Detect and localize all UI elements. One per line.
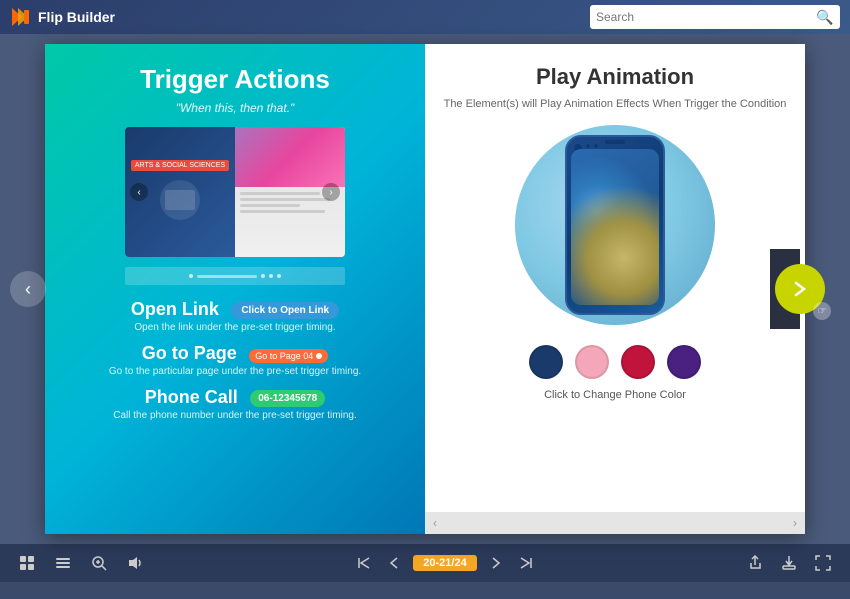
- left-page: Trigger Actions "When this, then that." …: [45, 44, 425, 534]
- prev-page-icon: [387, 556, 401, 570]
- phone-screen: [571, 149, 659, 305]
- toolbar-bar: [197, 275, 257, 278]
- toolbar-dot-2: [261, 274, 265, 278]
- go-to-page-title: Go to Page: [142, 343, 237, 364]
- toolbar-dot: [189, 274, 193, 278]
- open-link-title: Open Link: [131, 299, 219, 320]
- logo-icon: [10, 6, 32, 28]
- list-view-button[interactable]: [51, 551, 75, 575]
- page-number-display: 20-21/24: [413, 555, 476, 571]
- toolbar-right: [743, 551, 835, 575]
- color-swatches: [529, 345, 701, 379]
- nav-prev-button[interactable]: ‹: [10, 271, 46, 307]
- book-tag: ARTS & SOCIAL SCIENCES: [131, 160, 229, 171]
- book-bottom-nav: ‹ ›: [425, 512, 805, 534]
- right-page: Play Animation The Element(s) will Play …: [425, 44, 805, 534]
- next-page-button[interactable]: [485, 552, 507, 574]
- right-page-title: Play Animation: [536, 64, 694, 90]
- logo-area: Flip Builder: [10, 6, 115, 28]
- nav-right-area: ☞: [770, 249, 850, 329]
- open-link-desc: Open the link under the pre-set trigger …: [60, 322, 410, 333]
- book-bottom-prev[interactable]: ‹: [433, 516, 437, 530]
- phone-call-button[interactable]: 06-12345678: [250, 390, 325, 407]
- open-link-action: Open Link Click to Open Link Open the li…: [60, 299, 410, 333]
- cursor-icon: ☞: [813, 302, 831, 320]
- phone-call-action: Phone Call 06-12345678 Call the phone nu…: [60, 387, 410, 421]
- book-area: ‹ Trigger Actions "When this, then that.…: [0, 34, 850, 544]
- open-link-button[interactable]: Click to Open Link: [231, 302, 339, 319]
- page-indicator-label: Go to Page 04: [255, 351, 313, 361]
- share-icon: [747, 555, 763, 571]
- book-bottom-next[interactable]: ›: [793, 516, 797, 530]
- zoom-button[interactable]: [87, 551, 111, 575]
- phone-call-title: Phone Call: [145, 387, 238, 408]
- go-to-page-indicator[interactable]: Go to Page 04: [249, 349, 328, 363]
- book-preview-illustration: [155, 175, 205, 225]
- toolbar-dot-4: [277, 274, 281, 278]
- book-spread: Trigger Actions "When this, then that." …: [45, 44, 805, 534]
- search-box[interactable]: 🔍: [590, 5, 840, 29]
- last-page-icon: [519, 556, 533, 570]
- phone-notch: [605, 140, 625, 144]
- go-to-page-desc: Go to the particular page under the pre-…: [60, 366, 410, 377]
- download-icon: [781, 555, 797, 571]
- search-input[interactable]: [596, 10, 816, 24]
- header: Flip Builder 🔍: [0, 0, 850, 34]
- download-button[interactable]: [777, 551, 801, 575]
- logo-text: Flip Builder: [38, 9, 115, 25]
- right-caption: Click to Change Phone Color: [544, 389, 686, 401]
- phone-call-desc: Call the phone number under the pre-set …: [60, 410, 410, 421]
- nav-next-button[interactable]: ☞: [775, 264, 825, 314]
- sound-button[interactable]: [123, 551, 147, 575]
- page-dot: [316, 353, 322, 359]
- toolbar-left: [15, 551, 147, 575]
- sound-icon: [127, 555, 143, 571]
- zoom-icon: [91, 555, 107, 571]
- right-page-desc: The Element(s) will Play Animation Effec…: [444, 98, 787, 110]
- book-next-button[interactable]: ›: [322, 183, 340, 201]
- share-button[interactable]: [743, 551, 767, 575]
- book-mini-toolbar: [125, 267, 345, 285]
- swatch-pink[interactable]: [575, 345, 609, 379]
- swatch-crimson[interactable]: [621, 345, 655, 379]
- toolbar-center: 20-21/24: [353, 552, 536, 574]
- book-preview: ARTS & SOCIAL SCIENCES: [125, 127, 345, 257]
- book-prev-button[interactable]: ‹: [130, 183, 148, 201]
- phone-screen-gradient: [571, 149, 659, 305]
- left-page-title: Trigger Actions: [140, 64, 330, 95]
- grid-icon: [19, 555, 35, 571]
- first-page-icon: [357, 556, 371, 570]
- go-to-page-action: Go to Page Go to Page 04 Go to the parti…: [60, 343, 410, 377]
- fullscreen-icon: [815, 555, 831, 571]
- fullscreen-button[interactable]: [811, 551, 835, 575]
- next-page-icon: [489, 556, 503, 570]
- phone-circle: [515, 125, 715, 325]
- bottom-toolbar: 20-21/24: [0, 544, 850, 582]
- prev-page-button[interactable]: [383, 552, 405, 574]
- toolbar-dot-3: [269, 274, 273, 278]
- next-arrow-icon: [790, 279, 810, 299]
- grid-view-button[interactable]: [15, 551, 39, 575]
- swatch-purple[interactable]: [667, 345, 701, 379]
- first-page-button[interactable]: [353, 552, 375, 574]
- phone-mockup: [565, 135, 665, 315]
- list-icon: [55, 555, 71, 571]
- swatch-navy[interactable]: [529, 345, 563, 379]
- left-page-subtitle: "When this, then that.": [176, 101, 295, 115]
- search-icon: 🔍: [816, 9, 833, 26]
- last-page-button[interactable]: [515, 552, 537, 574]
